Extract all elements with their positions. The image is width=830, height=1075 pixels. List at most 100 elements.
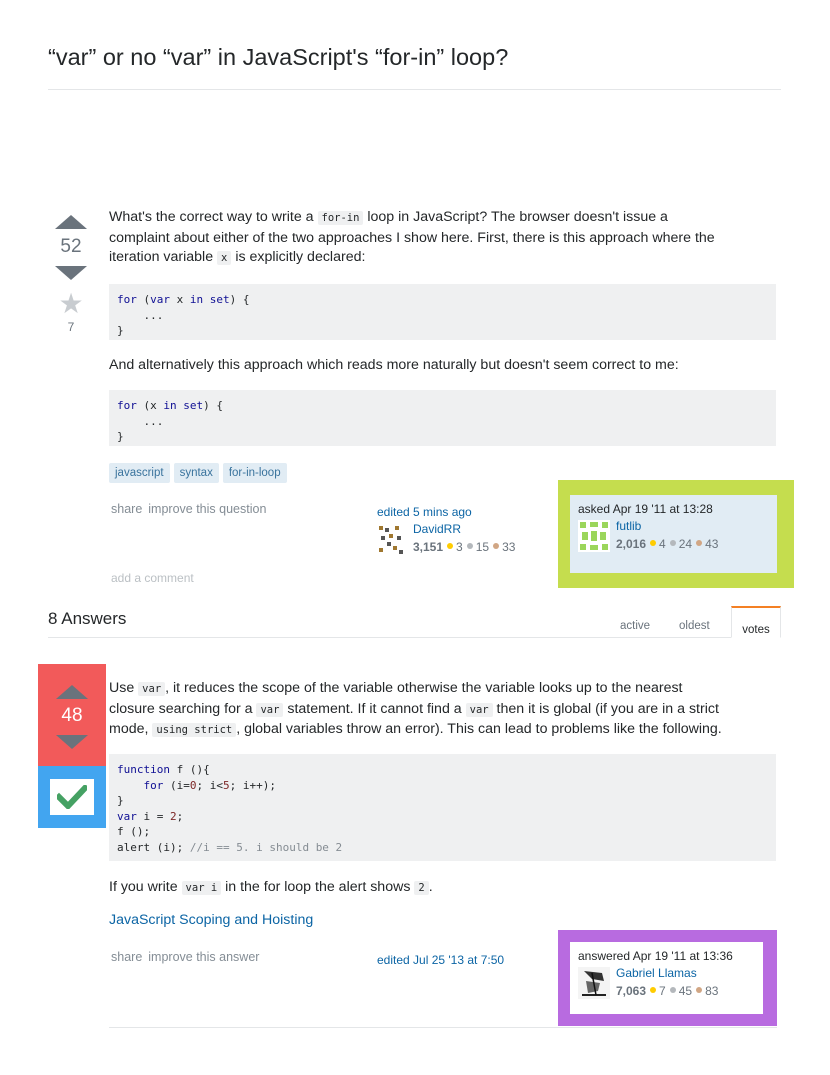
keyword: set — [209, 293, 230, 306]
gold-badge-icon — [447, 543, 454, 550]
code-line: } — [117, 324, 124, 337]
downvote-arrow-icon[interactable] — [56, 735, 88, 749]
title-divider — [48, 89, 781, 90]
inline-code: x — [217, 251, 232, 265]
text: closure searching for a — [109, 700, 257, 717]
code-line: var i = 2; — [117, 809, 184, 823]
answer-owner-signature: answered Apr 19 '11 at 13:36 Gabriel Lla… — [570, 942, 763, 1014]
question-paragraph-1: What's the correct way to write a for-in… — [109, 208, 789, 269]
tag-list: javascript syntax for-in-loop — [109, 463, 291, 483]
tag-syntax[interactable]: syntax — [173, 463, 219, 483]
user-avatar-identicon[interactable] — [578, 520, 610, 552]
inline-code: for-in — [317, 211, 364, 225]
code-line: for (x in set) { — [117, 399, 223, 412]
text: then it is global (if you are in a stric… — [492, 700, 719, 717]
upvote-arrow-icon[interactable] — [55, 215, 87, 229]
share-link[interactable]: share — [111, 950, 142, 964]
answer-bottom-divider — [109, 1027, 777, 1028]
bronze-badge-icon — [493, 543, 500, 550]
code-line: alert (i); //i == 5. i should be 2 — [117, 840, 343, 854]
improve-answer-link[interactable]: improve this answer — [148, 950, 259, 964]
text: in the for loop the alert shows — [221, 879, 415, 895]
text: statement. If it cannot find a — [283, 700, 466, 717]
downvote-arrow-icon[interactable] — [55, 266, 87, 280]
code-line: ... — [117, 414, 164, 428]
accepted-check-icon[interactable] — [57, 785, 87, 809]
inline-code: var i — [181, 881, 222, 895]
bronze-badge-icon — [696, 540, 703, 547]
keyword: for — [117, 293, 137, 306]
gold-count: 3 — [456, 540, 463, 554]
keyword: set — [183, 399, 204, 412]
answerer-reputation: 7,063 7 45 83 — [616, 982, 718, 1000]
question-code-block-2: for (x in set) { ...} — [109, 390, 776, 446]
text: If you write — [109, 879, 182, 895]
owner-reputation: 2,016 4 24 43 — [616, 535, 718, 553]
tab-active[interactable]: active — [620, 620, 650, 632]
scoping-hoisting-link[interactable]: JavaScript Scoping and Hoisting — [109, 911, 313, 931]
improve-question-link[interactable]: improve this question — [148, 502, 266, 516]
user-avatar-image[interactable] — [578, 967, 610, 999]
gold-count: 4 — [659, 537, 666, 551]
text: iteration variable — [109, 249, 218, 265]
inline-code: var — [465, 702, 493, 717]
owner-username[interactable]: futlib — [616, 519, 641, 533]
inline-code: using strict — [152, 723, 237, 737]
reputation-score: 7,063 — [616, 984, 647, 998]
asked-date: asked Apr 19 '11 at 13:28 — [578, 502, 713, 516]
text: Use — [109, 680, 139, 696]
question-paragraph-2: And alternatively this approach which re… — [109, 357, 679, 373]
text: loop in JavaScript? The browser doesn't … — [363, 209, 668, 225]
inline-code: var — [138, 682, 166, 696]
text: complaint about either of the two approa… — [109, 229, 715, 246]
silver-count: 45 — [678, 984, 693, 998]
code-line: for (i=0; i<5; i++); — [143, 778, 276, 792]
answer-paragraph-2: If you write var i in the for loop the a… — [109, 878, 433, 899]
tab-votes[interactable]: votes — [731, 606, 781, 638]
answerer-username[interactable]: Gabriel Llamas — [616, 966, 697, 980]
tab-oldest[interactable]: oldest — [679, 620, 710, 632]
tag-javascript[interactable]: javascript — [109, 463, 170, 483]
text: is explicitly declared: — [231, 249, 366, 265]
answers-tabs-divider — [48, 637, 781, 638]
code-line: ... — [117, 308, 164, 322]
silver-count: 24 — [678, 537, 693, 551]
answer-edited-link[interactable]: edited Jul 25 '13 at 7:50 — [377, 953, 504, 967]
gold-badge-icon — [650, 540, 657, 547]
code-line: for (var x in set) { — [117, 293, 250, 306]
question-post-menu: share improve this question — [111, 500, 272, 518]
reputation-score: 3,151 — [413, 540, 444, 554]
upvote-arrow-icon[interactable] — [56, 685, 88, 699]
answer-code-block: function f (){ for (i=0; i<5; i++);} var … — [109, 754, 776, 861]
question-code-block-1: for (var x in set) { ...} — [109, 284, 776, 340]
user-avatar-identicon[interactable] — [377, 524, 409, 556]
code-line: } — [117, 430, 124, 443]
favorite-star-icon[interactable]: ★ — [51, 290, 91, 318]
answer-post-menu: share improve this answer — [111, 948, 265, 966]
keyword: for — [117, 399, 137, 412]
code-line: f (); — [117, 825, 151, 838]
gold-count: 7 — [659, 984, 666, 998]
reputation-score: 2,016 — [616, 537, 647, 551]
answered-date: answered Apr 19 '11 at 13:36 — [578, 949, 733, 963]
tag-for-in-loop[interactable]: for-in-loop — [222, 463, 287, 483]
editor-reputation: 3,151 3 15 33 — [413, 538, 515, 556]
answers-count-header: 8 Answers — [48, 609, 127, 628]
text: mode, — [109, 721, 153, 737]
inline-code: 2 — [414, 881, 429, 895]
add-comment-link[interactable]: add a comment — [111, 571, 194, 585]
bronze-count: 83 — [705, 984, 719, 998]
silver-badge-icon — [669, 540, 676, 547]
editor-username[interactable]: DavidRR — [413, 522, 461, 536]
answer-vote-column: 48 — [52, 685, 92, 749]
question-vote-count: 52 — [60, 236, 82, 257]
question-title[interactable]: “var” or no “var” in JavaScript's “for-i… — [48, 44, 508, 71]
silver-badge-icon — [466, 543, 473, 550]
bronze-badge-icon — [696, 987, 703, 994]
text: , it reduces the scope of the variable o… — [165, 680, 683, 696]
share-link[interactable]: share — [111, 502, 142, 516]
edited-link[interactable]: edited 5 mins ago — [377, 505, 547, 519]
question-editor-signature: edited 5 mins ago DavidRR 3,151 3 15 33 — [377, 505, 547, 556]
silver-count: 15 — [475, 540, 490, 554]
keyword: in — [163, 399, 177, 412]
